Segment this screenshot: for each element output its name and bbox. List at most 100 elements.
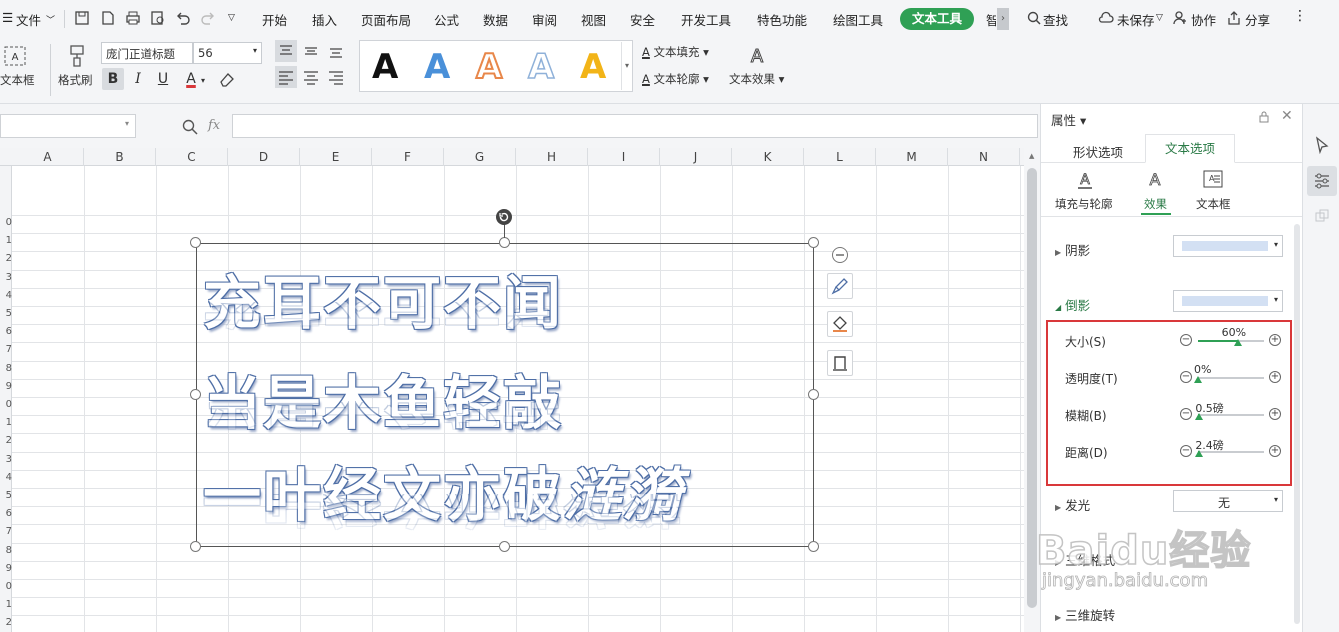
wordart-style-light-outline[interactable]: A	[527, 46, 555, 88]
row-header-cell[interactable]: 6	[0, 506, 12, 522]
tab-features[interactable]: 特色功能	[757, 10, 807, 29]
column-header-d[interactable]: D	[228, 148, 300, 166]
text-outline-button[interactable]: A 文本轮廓 ▾	[642, 71, 709, 87]
row-header-cell[interactable]: 0	[0, 215, 12, 231]
chevron-down-icon[interactable]: ▾	[201, 76, 205, 85]
unsaved-status[interactable]: 未保存	[1117, 10, 1155, 29]
chevron-down-icon[interactable]: ▽	[1156, 13, 1163, 23]
select-cursor-icon[interactable]	[1313, 136, 1331, 154]
close-icon[interactable]: ✕	[1281, 108, 1293, 124]
chevron-down-icon[interactable]: ▾	[125, 119, 129, 128]
fill-outline-icon[interactable]: A	[1075, 170, 1095, 190]
pin-icon[interactable]	[1257, 110, 1271, 124]
wordart-style-orange-outline[interactable]: A	[475, 46, 503, 88]
column-header-j[interactable]: J	[660, 148, 732, 166]
effect-icon[interactable]: A	[1145, 170, 1165, 190]
column-header-m[interactable]: M	[876, 148, 948, 166]
tab-data[interactable]: 数据	[483, 10, 508, 29]
print-preview-icon[interactable]	[150, 10, 166, 26]
shape-outline-button[interactable]	[827, 350, 853, 376]
panel-title[interactable]: 属性 ▾	[1051, 110, 1086, 129]
tab-home[interactable]: 开始	[262, 10, 287, 29]
text-effect-icon[interactable]: A	[746, 44, 768, 67]
row-header-cell[interactable]: 6	[0, 324, 12, 340]
textbox-options-icon[interactable]: A	[1203, 170, 1223, 188]
align-right-icon[interactable]	[325, 66, 347, 88]
print-icon[interactable]	[125, 10, 141, 26]
row-header-cell[interactable]: 2	[0, 615, 12, 631]
column-header-c[interactable]: C	[156, 148, 228, 166]
zoom-icon[interactable]	[181, 118, 199, 136]
column-header-f[interactable]: F	[372, 148, 444, 166]
row-header-cell[interactable]: 0	[0, 397, 12, 413]
eraser-icon[interactable]	[218, 70, 236, 88]
text-effect-button[interactable]: 文本效果 ▾	[729, 71, 784, 87]
collaborate-icon[interactable]	[1172, 10, 1188, 26]
tab-text-options[interactable]: 文本选项	[1145, 134, 1235, 163]
column-header-e[interactable]: E	[300, 148, 372, 166]
save-icon[interactable]	[74, 10, 90, 26]
textbox-button[interactable]: 文本框	[0, 72, 40, 88]
subtab-effect[interactable]: 效果	[1144, 196, 1167, 212]
tab-review[interactable]: 审阅	[532, 10, 557, 29]
formula-input[interactable]	[232, 114, 1038, 138]
font-name-select[interactable]: 庞门正道标题	[101, 42, 193, 64]
quick-access-more-icon[interactable]: ▽	[228, 13, 235, 23]
subtab-fill-outline[interactable]: 填充与轮廓	[1055, 196, 1113, 212]
row-header-cell[interactable]: 4	[0, 470, 12, 486]
row-header-cell[interactable]: 8	[0, 543, 12, 559]
tab-more[interactable]: 智	[986, 10, 996, 29]
row-header-cell[interactable]: 1	[0, 233, 12, 249]
column-header-l[interactable]: L	[804, 148, 876, 166]
row-header-cell[interactable]: 9	[0, 379, 12, 395]
file-menu[interactable]: 文件	[16, 10, 41, 29]
resize-handle-top-left[interactable]	[190, 237, 201, 248]
textbox-icon[interactable]: A	[4, 46, 26, 66]
search-button[interactable]: 查找	[1043, 10, 1068, 29]
row-header-cell[interactable]: 8	[0, 361, 12, 377]
wordart-style-blue[interactable]: A	[424, 47, 450, 87]
align-bottom-icon[interactable]	[325, 40, 347, 62]
more-options-icon[interactable]: ⋮	[1293, 8, 1307, 24]
row-header-cell[interactable]: 1	[0, 415, 12, 431]
scroll-up-icon[interactable]: ▲	[1029, 152, 1034, 160]
tab-security[interactable]: 安全	[630, 10, 655, 29]
align-left-button[interactable]	[275, 66, 297, 88]
reflection-section[interactable]: ◢ 倒影	[1055, 295, 1090, 314]
row-header-cell[interactable]: 0	[0, 579, 12, 595]
row-header-cell[interactable]: 3	[0, 270, 12, 286]
name-box[interactable]	[0, 114, 136, 138]
format-painter-button[interactable]: 格式刷	[58, 72, 93, 88]
format-painter-icon[interactable]	[66, 44, 88, 68]
column-header-b[interactable]: B	[84, 148, 156, 166]
resize-handle-right[interactable]	[808, 389, 819, 400]
row-header-cell[interactable]: 7	[0, 524, 12, 540]
resize-handle-bottom-right[interactable]	[808, 541, 819, 552]
layers-icon[interactable]	[1314, 208, 1330, 224]
row-header-cell[interactable]: 4	[0, 288, 12, 304]
gallery-expand-icon[interactable]: ▾	[621, 42, 632, 90]
share-button[interactable]: 分享	[1245, 10, 1270, 29]
row-header-cell[interactable]: 3	[0, 452, 12, 468]
redo-icon[interactable]	[200, 10, 216, 26]
row-header-cell[interactable]: 9	[0, 561, 12, 577]
column-header-h[interactable]: H	[516, 148, 588, 166]
cloud-icon[interactable]	[1098, 10, 1114, 26]
row-header-cell[interactable]: 2	[0, 433, 12, 449]
tab-view[interactable]: 视图	[581, 10, 606, 29]
shadow-section[interactable]: ▶ 阴影	[1055, 240, 1090, 259]
resize-handle-left[interactable]	[190, 389, 201, 400]
tab-page-layout[interactable]: 页面布局	[361, 10, 411, 29]
undo-icon[interactable]	[175, 10, 191, 26]
text-fill-button[interactable]: A 文本填充 ▾	[642, 44, 709, 60]
chevron-down-icon[interactable]: ﹀	[46, 13, 55, 26]
row-header-cell[interactable]: 5	[0, 306, 12, 322]
align-top-button[interactable]	[275, 40, 297, 62]
row-header-cell[interactable]: 5	[0, 488, 12, 504]
column-header-a[interactable]: A	[12, 148, 84, 166]
align-middle-icon[interactable]	[300, 40, 322, 62]
function-label[interactable]: fx	[208, 118, 220, 133]
reflection-preset-select[interactable]: ▾	[1173, 290, 1283, 312]
properties-toggle-button[interactable]	[1307, 166, 1337, 196]
row-header-cell[interactable]: 1	[0, 597, 12, 613]
